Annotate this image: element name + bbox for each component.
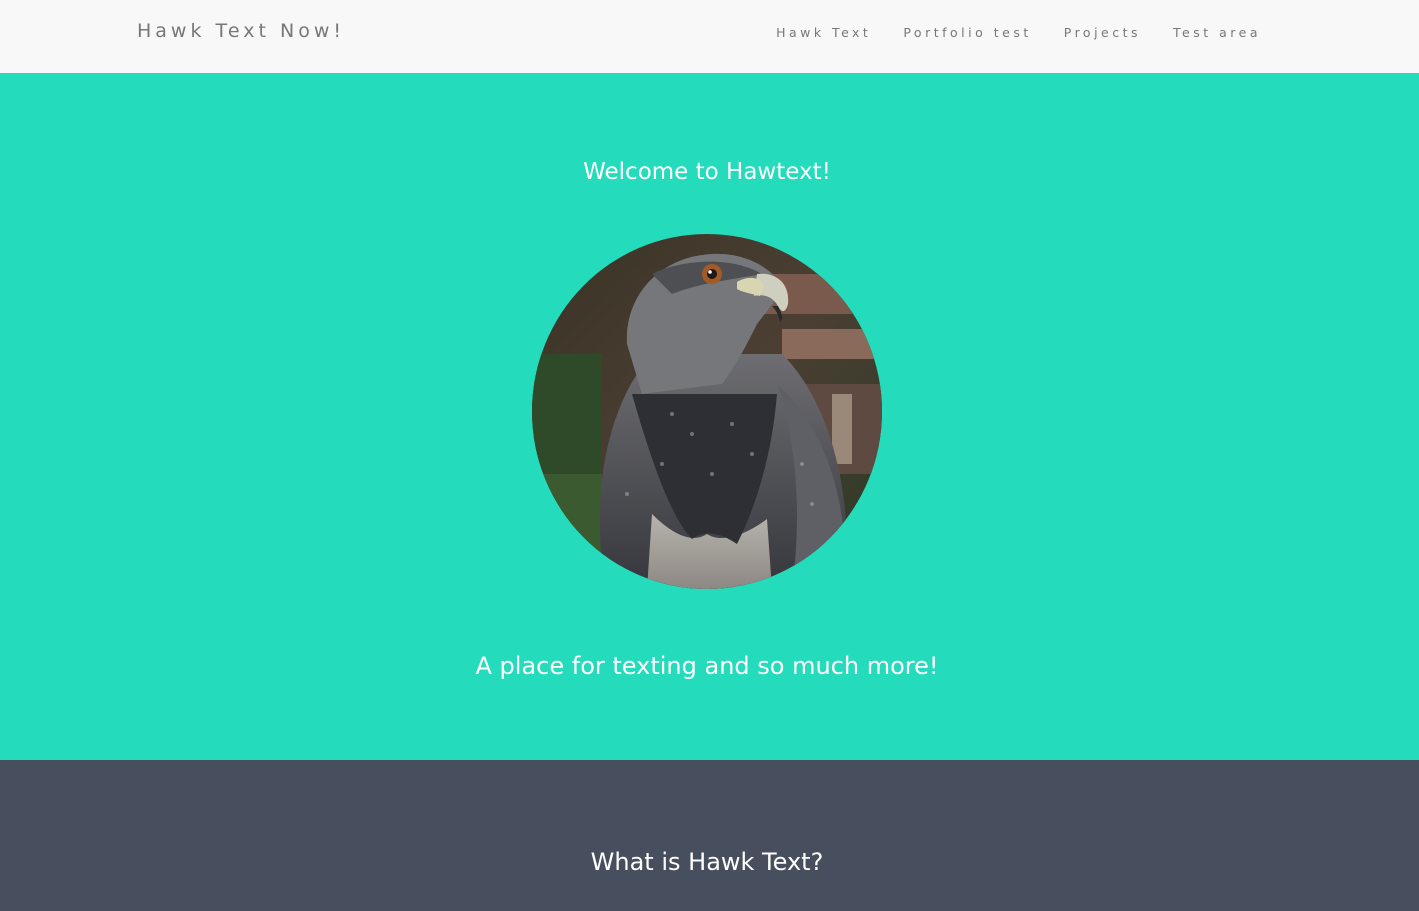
brand-link[interactable]: Hawk Text Now! xyxy=(137,20,345,42)
navbar: Hawk Text Now! Hawk Text Portfolio test … xyxy=(0,0,1419,73)
about-section: What is Hawk Text? xyxy=(0,760,1419,911)
nav-menu: Hawk Text Portfolio test Projects Test a… xyxy=(776,25,1261,40)
hawk-avatar-image xyxy=(532,234,882,589)
hero-tagline: A place for texting and so much more! xyxy=(475,652,939,680)
about-title: What is Hawk Text? xyxy=(590,848,824,876)
hawk-illustration xyxy=(532,234,882,589)
nav-link-test-area[interactable]: Test area xyxy=(1173,25,1261,40)
nav-link-portfolio-test[interactable]: Portfolio test xyxy=(903,25,1031,40)
hero-section: Welcome to Hawtext! A place for texting … xyxy=(0,73,1419,760)
nav-link-hawk-text[interactable]: Hawk Text xyxy=(776,25,871,40)
nav-link-projects[interactable]: Projects xyxy=(1064,25,1141,40)
hero-title: Welcome to Hawtext! xyxy=(583,159,831,185)
